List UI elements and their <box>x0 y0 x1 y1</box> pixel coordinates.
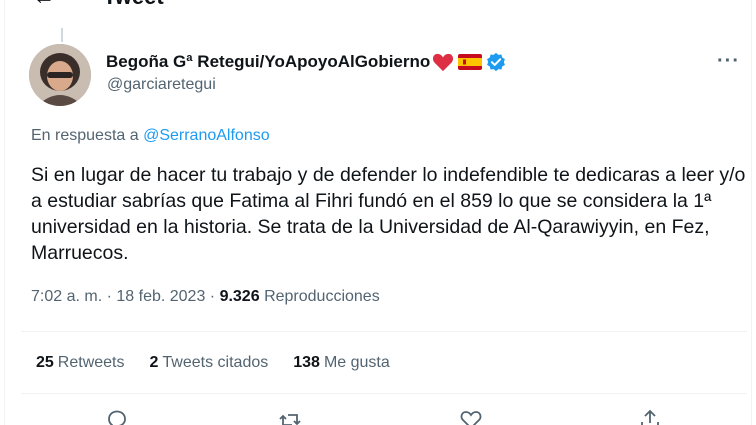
retweets-count: 25 <box>36 354 54 371</box>
retweet-icon[interactable] <box>278 408 302 425</box>
author-name-row: Begoña Gª Retegui/YoApoyoAlGobierno <box>106 51 506 73</box>
divider-top <box>21 331 747 332</box>
likes-count: 138 <box>293 354 320 371</box>
tweet-text: Si en lugar de hacer tu trabajo y de def… <box>31 164 746 264</box>
views-count: 9.326 <box>219 288 260 305</box>
tweet-date[interactable]: 18 feb. 2023 <box>116 288 205 305</box>
heart-icon <box>433 53 454 72</box>
author-handle[interactable]: @garciaretegui <box>107 76 216 94</box>
top-bar: ← Tweet <box>5 0 751 12</box>
avatar[interactable] <box>29 44 91 106</box>
tweet-meta: 7:02 a. m. · 18 feb. 2023 · 9.326 Reprod… <box>31 288 380 306</box>
avatar-image <box>29 44 91 106</box>
thread-connector-line <box>61 28 63 42</box>
share-icon[interactable] <box>638 408 662 425</box>
tweet-detail-panel: ← Tweet Begoña Gª Retegui/YoApoyoAlGobie… <box>4 0 752 425</box>
spain-flag-icon <box>458 54 483 70</box>
page-title: Tweet <box>103 0 164 10</box>
like-icon[interactable] <box>459 408 483 425</box>
likes-stat[interactable]: 138 Me gusta <box>293 354 390 372</box>
engagement-stats: 25 Retweets 2 Tweets citados 138 Me gusta <box>36 354 415 372</box>
tweet-time[interactable]: 7:02 a. m. <box>31 288 102 305</box>
more-options-icon[interactable]: ··· <box>717 50 740 73</box>
quotes-stat[interactable]: 2 Tweets citados <box>150 354 269 372</box>
meta-separator: · <box>102 288 117 305</box>
likes-label: Me gusta <box>323 354 390 371</box>
verified-icon <box>487 52 506 72</box>
divider-bottom <box>21 393 747 394</box>
reply-icon[interactable] <box>105 408 129 425</box>
meta-separator-2: · <box>205 288 220 305</box>
quotes-label: Tweets citados <box>162 354 269 371</box>
reply-mention-link[interactable]: @SerranoAlfonso <box>143 127 270 144</box>
author-display-name[interactable]: Begoña Gª Retegui/YoApoyoAlGobierno <box>106 52 430 72</box>
action-bar <box>5 408 751 425</box>
reply-context: En respuesta a @SerranoAlfonso <box>31 127 270 145</box>
views-label: Reproducciones <box>264 288 380 305</box>
quotes-count: 2 <box>149 354 159 371</box>
reply-prefix: En respuesta a <box>31 127 139 144</box>
back-arrow-icon[interactable]: ← <box>33 0 55 8</box>
retweets-label: Retweets <box>57 354 125 371</box>
retweets-stat[interactable]: 25 Retweets <box>36 354 125 372</box>
